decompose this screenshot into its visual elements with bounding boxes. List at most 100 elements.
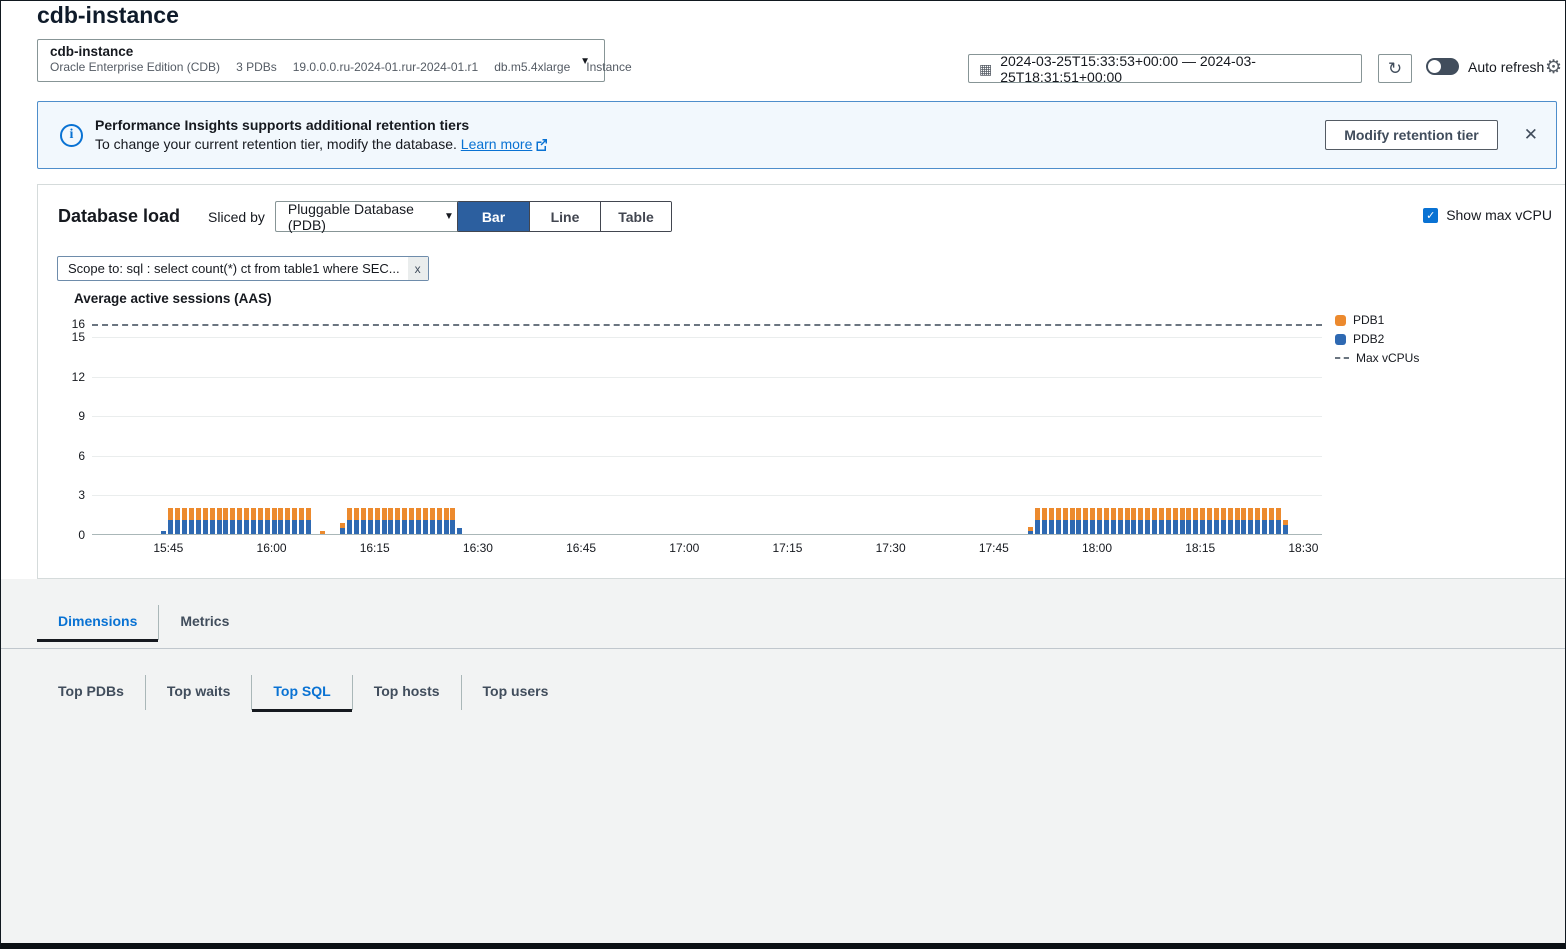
chart-bar[interactable] [1070,508,1075,534]
chart-bar[interactable] [1186,508,1191,534]
chart-bar[interactable] [437,508,442,534]
chart-bar[interactable] [1131,508,1136,534]
tab-top-users[interactable]: Top users [462,675,570,710]
chart-bar[interactable] [1111,508,1116,534]
slice-dropdown[interactable]: Pluggable Database (PDB) ▼ [275,201,467,232]
chart-bar[interactable] [416,508,421,534]
chart-bar[interactable] [388,508,393,534]
chart-bar[interactable] [450,508,455,534]
chart-bar[interactable] [1035,508,1040,534]
chart-bar[interactable] [430,508,435,534]
close-icon[interactable]: ✕ [1524,125,1538,145]
chart-bar[interactable] [1076,508,1081,534]
chart-bar[interactable] [244,508,249,534]
tab-top-hosts[interactable]: Top hosts [353,675,462,710]
view-mode-line[interactable]: Line [529,202,600,231]
show-max-vcpu-control[interactable]: ✓ Show max vCPU [1423,207,1552,223]
chart-bar[interactable] [1063,508,1068,534]
chart-bar[interactable] [196,508,201,534]
chart-bar[interactable] [1248,508,1253,534]
chart-bar[interactable] [1269,508,1274,534]
chart-bar[interactable] [402,508,407,534]
chart-bar[interactable] [1193,508,1198,534]
chart-bar[interactable] [278,508,283,534]
learn-more-link[interactable]: Learn more [461,136,533,152]
chart-bar[interactable] [1166,508,1171,534]
chart-bar[interactable] [1173,508,1178,534]
chart-bar[interactable] [1152,508,1157,534]
chart-bar[interactable] [161,531,166,534]
chart-bar[interactable] [1214,508,1219,534]
instance-selector[interactable]: cdb-instance Oracle Enterprise Edition (… [37,39,605,82]
checkbox-checked-icon[interactable]: ✓ [1423,208,1438,223]
chart-bar[interactable] [1255,508,1260,534]
chart-bar[interactable] [423,508,428,534]
chart-bar[interactable] [203,508,208,534]
legend-item-pdb1[interactable]: PDB1 [1335,313,1419,327]
chart-bar[interactable] [1207,508,1212,534]
chart-bar[interactable] [361,508,366,534]
chart-bar[interactable] [1200,508,1205,534]
chart-bar[interactable] [1180,508,1185,534]
chart-bar[interactable] [1028,527,1033,534]
chart-bar[interactable] [1090,508,1095,534]
chart-bar[interactable] [210,508,215,534]
chart-bar[interactable] [409,508,414,534]
chart-bar[interactable] [251,508,256,534]
chart-bar[interactable] [292,508,297,534]
legend-item-pdb2[interactable]: PDB2 [1335,332,1419,346]
auto-refresh-toggle[interactable] [1426,58,1459,75]
chart-bar[interactable] [223,508,228,534]
chart-bar[interactable] [1125,508,1130,534]
legend-item-maxvcpus[interactable]: Max vCPUs [1335,351,1419,365]
chart-bar[interactable] [258,508,263,534]
chart-bar[interactable] [1138,508,1143,534]
modify-retention-tier-button[interactable]: Modify retention tier [1325,120,1498,150]
chart-bar[interactable] [265,508,270,534]
tab-top-waits[interactable]: Top waits [146,675,253,710]
chart-bar[interactable] [1145,508,1150,534]
tab-metrics[interactable]: Metrics [159,605,250,640]
chart-bar[interactable] [1097,508,1102,534]
chart-bar[interactable] [1104,508,1109,534]
chart-bar[interactable] [1049,508,1054,534]
chart-bar[interactable] [368,508,373,534]
chart-bar[interactable] [168,508,173,534]
chart-bar[interactable] [230,508,235,534]
chart-bar[interactable] [1221,508,1226,534]
chart-bar[interactable] [189,508,194,534]
chart-bar[interactable] [272,508,277,534]
remove-scope-icon[interactable]: x [408,257,428,280]
chart-bar[interactable] [182,508,187,534]
time-range-picker[interactable]: ▦ 2024-03-25T15:33:53+00:00 — 2024-03-25… [968,54,1362,83]
chart-bar[interactable] [175,508,180,534]
chart-bar[interactable] [1083,508,1088,534]
chart-bar[interactable] [1276,508,1281,534]
chart-bar[interactable] [395,508,400,534]
tab-top-sql[interactable]: Top SQL [252,675,352,710]
chart-bar[interactable] [375,508,380,534]
chart-bar[interactable] [299,508,304,534]
view-mode-bar[interactable]: Bar [458,202,529,231]
chart-bar[interactable] [320,531,325,534]
tab-top-pdbs[interactable]: Top PDBs [37,675,146,710]
view-mode-table[interactable]: Table [600,202,671,231]
chart-bar[interactable] [237,508,242,534]
chart-bar[interactable] [1283,520,1288,534]
refresh-button[interactable]: ↻ [1378,54,1412,83]
chart-bar[interactable] [1159,508,1164,534]
chart-bar[interactable] [285,508,290,534]
chart-bar[interactable] [1241,508,1246,534]
chart-bar[interactable] [444,508,449,534]
chart-bar[interactable] [347,508,352,534]
tab-dimensions[interactable]: Dimensions [37,605,159,640]
chart-bar[interactable] [1262,508,1267,534]
chart-bar[interactable] [1118,508,1123,534]
chart-bar[interactable] [340,523,345,534]
chart-bar[interactable] [306,508,311,534]
chart-bar[interactable] [354,508,359,534]
chart-bar[interactable] [217,508,222,534]
chart-bar[interactable] [1056,508,1061,534]
settings-gear-icon[interactable]: ⚙ [1545,56,1562,79]
chart-bar[interactable] [1235,508,1240,534]
